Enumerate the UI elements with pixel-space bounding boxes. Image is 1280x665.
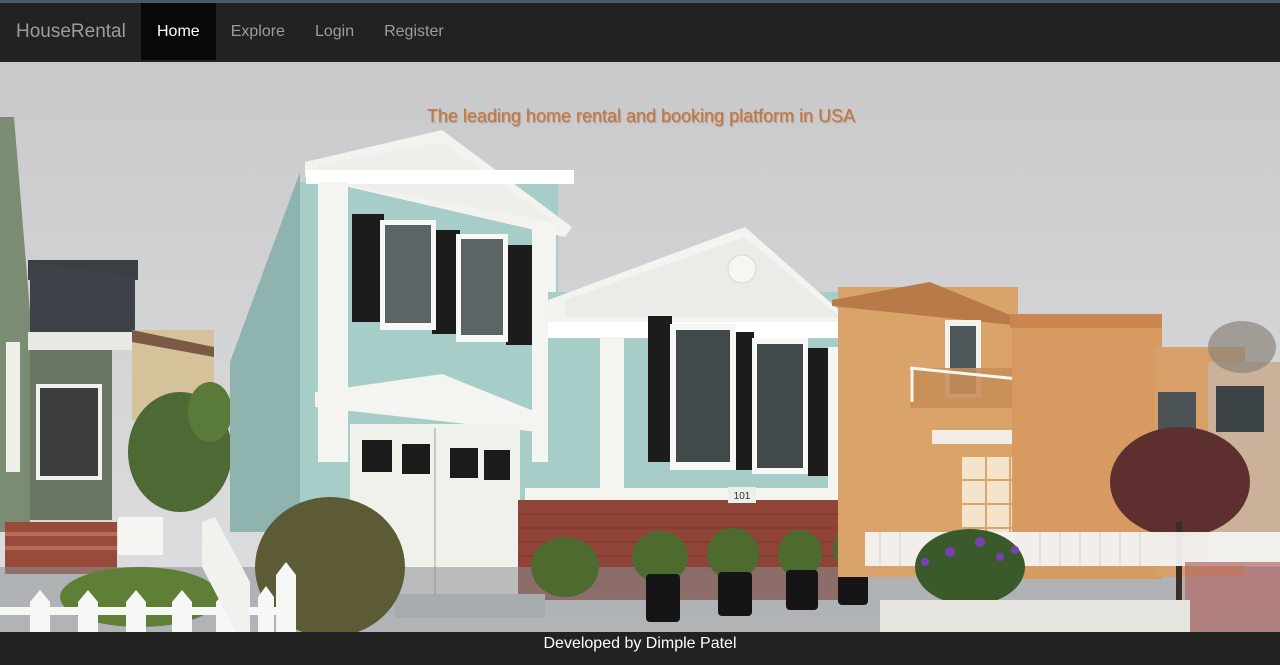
footer: Developed by Dimple Patel bbox=[0, 632, 1280, 665]
footer-text: Developed by Dimple Patel bbox=[543, 635, 737, 652]
navbar: HouseRental Home Explore Login Register bbox=[0, 3, 1280, 63]
hero-tagline-text: The leading home rental and booking plat… bbox=[426, 106, 856, 126]
brand-link[interactable]: HouseRental bbox=[16, 21, 126, 43]
hero-tagline: The leading home rental and booking plat… bbox=[0, 106, 1280, 127]
nav-menu: Home Explore Login Register bbox=[141, 3, 459, 60]
nav-item-login[interactable]: Login bbox=[300, 3, 369, 60]
house-number-plate: 101 bbox=[734, 491, 751, 502]
nav-item-home[interactable]: Home bbox=[141, 3, 216, 60]
nav-item-explore[interactable]: Explore bbox=[216, 3, 300, 60]
hero-banner: 101 The leading home rental and booking … bbox=[0, 62, 1280, 632]
hero-house-image: 101 bbox=[0, 62, 1280, 632]
nav-item-register[interactable]: Register bbox=[369, 3, 459, 60]
